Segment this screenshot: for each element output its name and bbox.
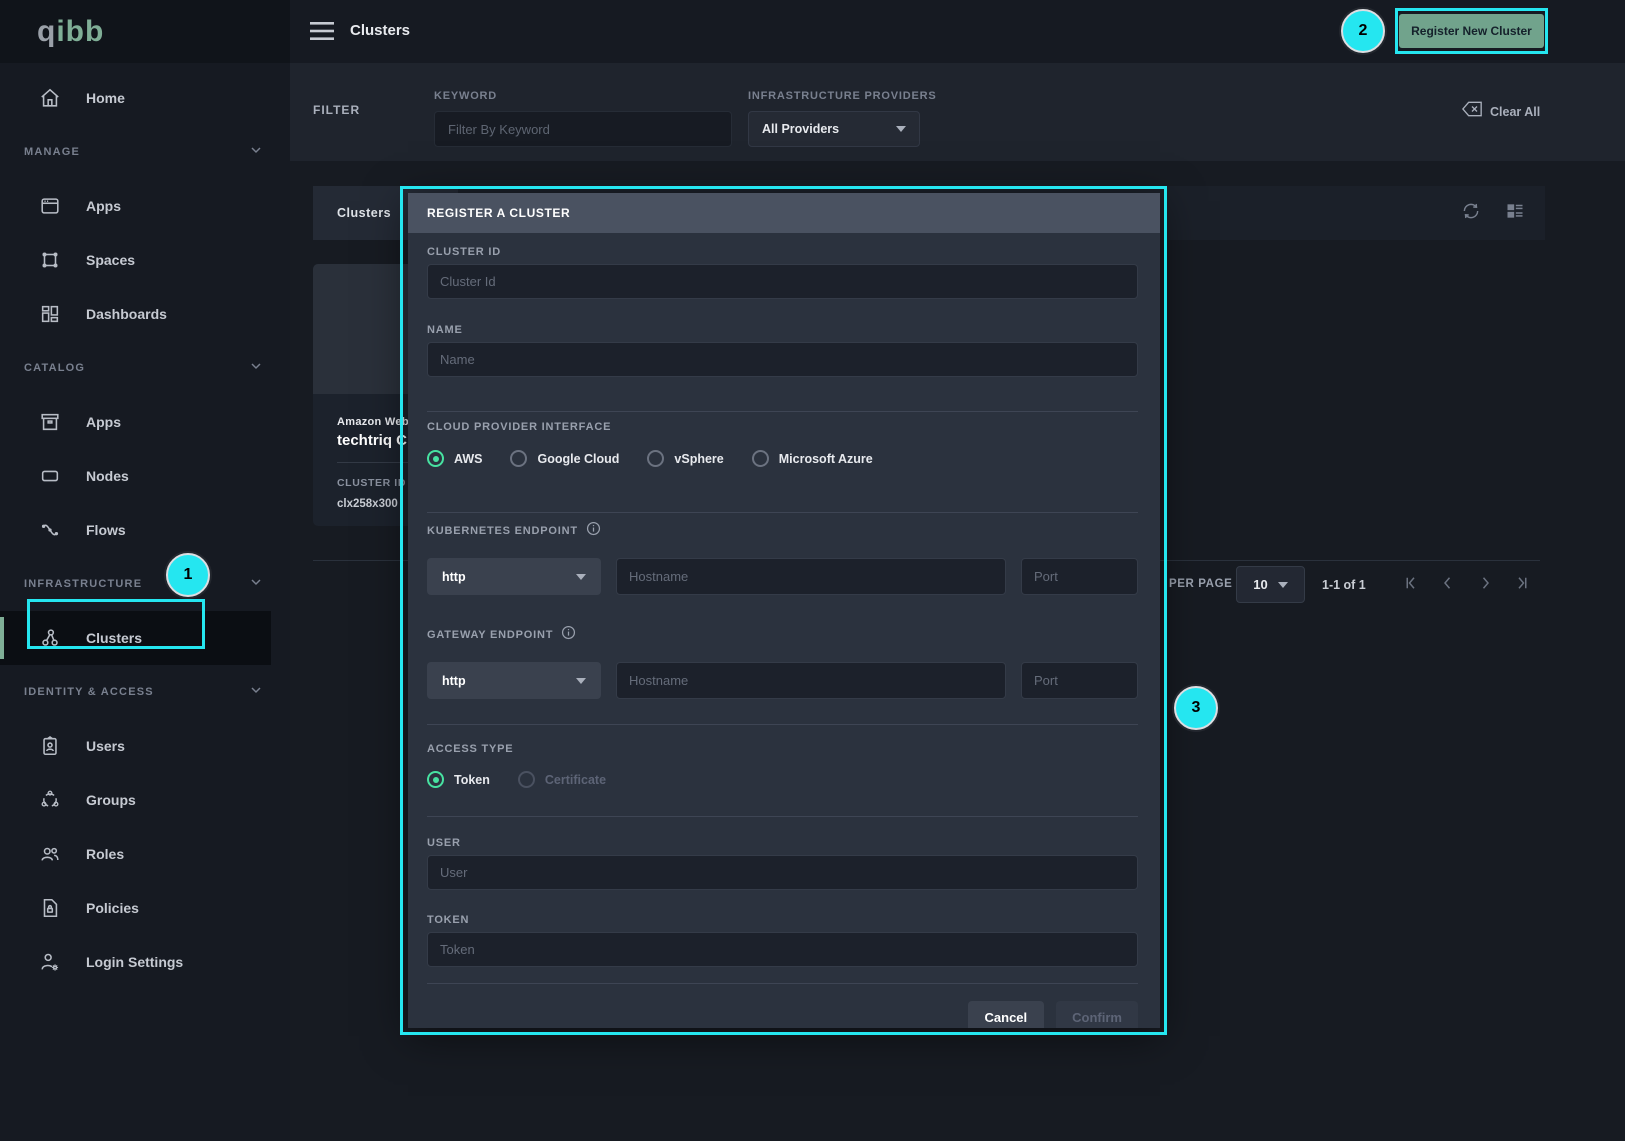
sidebar-item-label: Login Settings (86, 954, 183, 970)
sidebar-section-identity-access[interactable]: IDENTITY & ACCESS (0, 665, 290, 719)
roles-icon (38, 842, 62, 866)
groups-icon (38, 788, 62, 812)
keyword-filter-group: KEYWORD (434, 90, 732, 147)
first-page-icon[interactable] (1402, 574, 1420, 597)
keyword-search-input[interactable] (434, 111, 732, 147)
sidebar-item-label: Apps (86, 198, 121, 214)
sidebar-item-label: Flows (86, 522, 126, 538)
sidebar-item-label: Apps (86, 414, 121, 430)
sidebar-item-home[interactable]: Home (0, 71, 290, 125)
chevron-down-icon (248, 682, 264, 703)
clusters-item-highlight-box (27, 599, 205, 649)
sidebar-item-dashboards[interactable]: Dashboards (0, 287, 290, 341)
chevron-down-icon (896, 126, 906, 132)
chevron-down-icon (1278, 582, 1288, 588)
last-page-icon[interactable] (1513, 574, 1531, 597)
sidebar-section-catalog[interactable]: CATALOG (0, 341, 290, 395)
logo-text-green: ibb (56, 15, 104, 48)
catalog-box-icon (38, 410, 62, 434)
node-icon (38, 464, 62, 488)
register-button-highlight-box: Register New Cluster (1395, 8, 1548, 54)
pagination-range: 1-1 of 1 (1322, 578, 1366, 592)
sidebar-item-flows[interactable]: Flows (0, 503, 290, 557)
annotation-step-3: 3 (1174, 686, 1218, 730)
sidebar-item-label: Dashboards (86, 306, 167, 322)
providers-label: INFRASTRUCTURE PROVIDERS (748, 90, 937, 102)
policy-lock-icon (38, 896, 62, 920)
chevron-down-icon (248, 574, 264, 595)
page-title: Clusters (350, 22, 410, 39)
clear-all-button[interactable]: Clear All (1462, 101, 1540, 122)
sidebar-section-manage[interactable]: MANAGE (0, 125, 290, 179)
sidebar-item-policies[interactable]: Policies (0, 881, 290, 935)
sidebar-item-label: Roles (86, 846, 124, 862)
clear-icon (1462, 101, 1482, 122)
annotation-step-1: 1 (166, 553, 210, 597)
sidebar: qibb Home MANAGE Apps Spaces Dashboards … (0, 0, 290, 1141)
sidebar-item-label: Groups (86, 792, 136, 808)
per-page-select[interactable]: 10 (1236, 566, 1305, 603)
sidebar-item-apps-manage[interactable]: Apps (0, 179, 290, 233)
annotation-step-2: 2 (1341, 9, 1385, 53)
sidebar-item-users[interactable]: Users (0, 719, 290, 773)
logo-text-gray: q (37, 15, 56, 48)
sidebar-item-label: Home (86, 90, 125, 106)
sidebar-item-label: Policies (86, 900, 139, 916)
chevron-down-icon (248, 358, 264, 379)
previous-page-icon[interactable] (1439, 574, 1457, 597)
register-new-cluster-button[interactable]: Register New Cluster (1399, 14, 1544, 48)
sidebar-item-apps-catalog[interactable]: Apps (0, 395, 290, 449)
providers-filter-group: INFRASTRUCTURE PROVIDERS All Providers (748, 90, 937, 147)
filter-label: FILTER (313, 103, 360, 117)
home-icon (38, 86, 62, 110)
pagination-controls (1402, 574, 1531, 597)
dashboards-icon (38, 302, 62, 326)
flow-icon (38, 518, 62, 542)
sidebar-item-nodes[interactable]: Nodes (0, 449, 290, 503)
panel-actions (1461, 186, 1525, 240)
per-page-label: PER PAGE (1169, 578, 1232, 590)
sidebar-item-spaces[interactable]: Spaces (0, 233, 290, 287)
logo-area: qibb (0, 0, 290, 63)
sidebar-nav: Home MANAGE Apps Spaces Dashboards CATAL… (0, 63, 290, 989)
sidebar-item-label: Nodes (86, 468, 129, 484)
next-page-icon[interactable] (1476, 574, 1494, 597)
sidebar-item-label: Spaces (86, 252, 135, 268)
qibb-logo[interactable]: qibb (37, 15, 104, 49)
chevron-down-icon (248, 142, 264, 163)
login-settings-icon (38, 950, 62, 974)
refresh-icon[interactable] (1461, 201, 1481, 226)
sidebar-item-roles[interactable]: Roles (0, 827, 290, 881)
user-card-icon (38, 734, 62, 758)
filter-bar: FILTER KEYWORD INFRASTRUCTURE PROVIDERS … (290, 63, 1625, 161)
spaces-icon (38, 248, 62, 272)
hamburger-menu-icon[interactable] (310, 21, 334, 41)
topbar: Clusters Register New Cluster (290, 0, 1625, 63)
keyword-label: KEYWORD (434, 90, 732, 102)
modal-highlight-box (400, 186, 1167, 1035)
providers-select[interactable]: All Providers (748, 111, 920, 147)
sidebar-item-login-settings[interactable]: Login Settings (0, 935, 290, 989)
grid-list-view-icon[interactable] (1505, 201, 1525, 226)
sidebar-item-groups[interactable]: Groups (0, 773, 290, 827)
app-window-icon (38, 194, 62, 218)
sidebar-item-label: Users (86, 738, 125, 754)
